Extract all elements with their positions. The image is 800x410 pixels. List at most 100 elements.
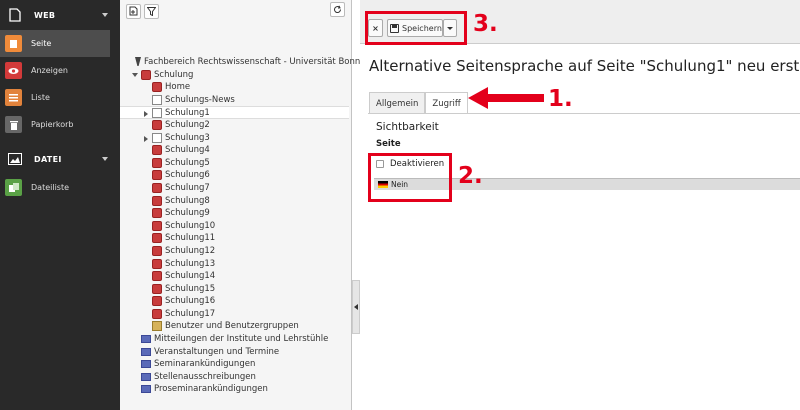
tree-node-schulung2[interactable]: Schulung2 xyxy=(120,119,351,132)
trash-icon xyxy=(5,116,22,133)
tree-node-schulung5[interactable]: Schulung5 xyxy=(120,157,351,170)
page-restricted-icon xyxy=(152,296,162,307)
module-item-liste[interactable]: Liste xyxy=(0,84,120,111)
tree-node-label: Schulung11 xyxy=(165,233,216,244)
tree-node-label: Schulung3 xyxy=(165,132,210,143)
tree-node-label: Stellenausschreibungen xyxy=(154,371,256,382)
site-icon xyxy=(135,57,141,66)
tree-node-schulung13[interactable]: Schulung13 xyxy=(120,258,351,271)
expand-icon[interactable] xyxy=(144,111,148,118)
collapse-tree-handle[interactable] xyxy=(352,280,360,334)
tree-node-label: Schulung2 xyxy=(165,119,210,130)
tree-node-schulung14[interactable]: Schulung14 xyxy=(120,270,351,283)
content-area: × Speichern Alternative Seitensprache au… xyxy=(360,0,800,410)
form-tabs: Allgemein Zugriff xyxy=(369,92,468,114)
tree-node-home[interactable]: Home xyxy=(120,81,351,94)
tree-node-label: Schulung14 xyxy=(165,271,216,282)
page-restricted-icon xyxy=(152,308,162,319)
section-title: Sichtbarkeit xyxy=(376,121,439,133)
filter-icon[interactable] xyxy=(144,3,159,19)
tree-node-label: Schulung12 xyxy=(165,245,216,256)
module-item-label: Anzeigen xyxy=(31,66,68,75)
tree-node-schulung12[interactable]: Schulung12 xyxy=(120,245,351,258)
tab-allgemein[interactable]: Allgemein xyxy=(369,92,426,114)
tree-node-schulungs-news[interactable]: Schulungs-News xyxy=(120,94,351,107)
tree-node-label: Schulungs-News xyxy=(165,94,235,105)
tree-node-proseminarankuendigungen[interactable]: Proseminarankündigungen xyxy=(120,383,351,396)
page-restricted-icon xyxy=(152,271,162,282)
tree-node-schulung16[interactable]: Schulung16 xyxy=(120,295,351,308)
tree-node-schulung9[interactable]: Schulung9 xyxy=(120,207,351,220)
tree-node-label: Veranstaltungen und Termine xyxy=(154,346,280,357)
chevron-left-icon xyxy=(354,304,358,310)
tree-node-schulung3[interactable]: Schulung3 xyxy=(120,132,351,145)
refresh-icon[interactable] xyxy=(330,2,345,17)
page-restricted-icon xyxy=(152,233,162,244)
module-item-papierkorb[interactable]: Papierkorb xyxy=(0,111,120,138)
new-page-icon[interactable] xyxy=(126,3,141,19)
page-restricted-icon xyxy=(152,220,162,231)
tree-node-schulung17[interactable]: Schulung17 xyxy=(120,308,351,321)
folder-icon xyxy=(141,360,151,369)
page-restricted-icon xyxy=(152,82,162,93)
folder-icon xyxy=(141,335,151,344)
folder-icon xyxy=(141,347,151,356)
module-item-seite[interactable]: Seite xyxy=(0,30,110,57)
page-restricted-icon xyxy=(152,145,162,156)
page-title: Alternative Seitensprache auf Seite "Sch… xyxy=(369,57,800,75)
expand-icon[interactable] xyxy=(132,72,138,77)
folder-icon xyxy=(141,385,151,394)
tree-node-schulung11[interactable]: Schulung11 xyxy=(120,232,351,245)
tree-node-seminarankuendigungen[interactable]: Seminarankündigungen xyxy=(120,358,351,371)
page-icon xyxy=(8,7,22,23)
tree-node-schulung6[interactable]: Schulung6 xyxy=(120,169,351,182)
page-icon xyxy=(152,108,162,119)
module-item-label: Seite xyxy=(31,39,52,48)
page-restricted-icon xyxy=(152,170,162,181)
tree-node-schulung1[interactable]: Schulung1 xyxy=(120,106,349,119)
tree-node-label: Schulung13 xyxy=(165,258,216,269)
annotation-step-1: 1. xyxy=(548,86,573,112)
tree-node-veranstaltungen[interactable]: Veranstaltungen und Termine xyxy=(120,346,351,359)
page-icon xyxy=(152,132,162,143)
module-item-dateiliste[interactable]: Dateiliste xyxy=(0,174,120,201)
tab-zugriff[interactable]: Zugriff xyxy=(425,92,468,114)
tree-node-label: Proseminarankündigungen xyxy=(154,384,268,395)
annotation-arrow-icon xyxy=(468,87,544,109)
tree-node-stellenausschreibungen[interactable]: Stellenausschreibungen xyxy=(120,371,351,384)
module-group-datei[interactable]: DATEI xyxy=(0,144,120,174)
chevron-down-icon xyxy=(102,157,108,161)
annotation-box-3 xyxy=(365,11,467,45)
tree-node-mitteilungen[interactable]: Mitteilungen der Institute und Lehrstühl… xyxy=(120,333,351,346)
tree-node-label: Schulung17 xyxy=(165,308,216,319)
tree-node-schulung15[interactable]: Schulung15 xyxy=(120,283,351,296)
annotation-step-2: 2. xyxy=(458,163,483,189)
chevron-down-icon xyxy=(102,13,108,17)
page-restricted-icon xyxy=(152,182,162,193)
page-restricted-icon xyxy=(152,245,162,256)
filelist-icon xyxy=(5,179,22,196)
tree-root[interactable]: Fachbereich Rechtswissenschaft - Univers… xyxy=(120,56,360,69)
annotation-step-3: 3. xyxy=(473,11,498,37)
page-restricted-icon xyxy=(152,195,162,206)
tree-node-label: Benutzer und Benutzergruppen xyxy=(165,321,299,332)
expand-icon[interactable] xyxy=(144,135,148,142)
tree-node-benutzer[interactable]: Benutzer und Benutzergruppen xyxy=(120,320,351,333)
field-label: Seite xyxy=(376,139,401,149)
module-group-web[interactable]: WEB xyxy=(0,0,120,30)
tree-node-label: Schulung9 xyxy=(165,208,210,219)
tree-node-schulung7[interactable]: Schulung7 xyxy=(120,182,351,195)
tree-node-schulung[interactable]: Schulung xyxy=(120,69,351,82)
tree-node-label: Schulung4 xyxy=(165,145,210,156)
module-item-anzeigen[interactable]: Anzeigen xyxy=(0,57,120,84)
tree-node-schulung10[interactable]: Schulung10 xyxy=(120,220,351,233)
tree-node-label: Schulung16 xyxy=(165,296,216,307)
tree-node-schulung4[interactable]: Schulung4 xyxy=(120,144,351,157)
page-restricted-icon xyxy=(152,283,162,294)
typo3-backend: WEB Seite Anzeigen Liste Papierkorb DATE… xyxy=(0,0,800,410)
page-icon xyxy=(152,94,162,105)
annotation-box-2 xyxy=(368,153,452,202)
folder-icon xyxy=(141,372,151,381)
image-icon xyxy=(8,151,22,167)
tree-node-schulung8[interactable]: Schulung8 xyxy=(120,195,351,208)
